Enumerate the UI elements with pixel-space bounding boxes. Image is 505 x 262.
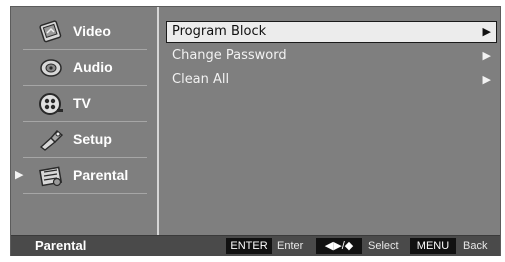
sidebar-divider	[23, 121, 147, 122]
sidebar-item-label: TV	[73, 95, 91, 111]
sidebar-item-label: Video	[73, 23, 111, 39]
sidebar-item-video[interactable]: Video	[11, 15, 157, 49]
sidebar-divider	[23, 157, 147, 158]
select-hint: Select	[368, 240, 399, 252]
menu-key-badge: MENU	[410, 238, 456, 254]
navigate-key-badge: ◀▶/◆	[316, 238, 362, 254]
sidebar-item-label: Setup	[73, 131, 112, 147]
sidebar-item-tv[interactable]: TV	[11, 87, 157, 121]
back-hint: Back	[463, 240, 488, 252]
sidebar-item-parental[interactable]: ▶ Parental	[11, 159, 157, 193]
setup-icon	[37, 127, 65, 153]
parental-submenu: Program Block ▶ Change Password ▶ Clean …	[159, 7, 500, 235]
arrow-right-icon: ▶	[482, 73, 491, 86]
sidebar-divider	[23, 193, 147, 194]
active-marker-icon: ▶	[15, 168, 24, 181]
audio-icon	[37, 55, 65, 81]
sidebar-item-label: Audio	[73, 59, 113, 75]
menu-item-label: Clean All	[172, 72, 230, 87]
arrow-right-icon: ▶	[482, 25, 491, 38]
menu-item-program-block[interactable]: Program Block ▶	[166, 21, 497, 43]
parental-icon	[37, 163, 65, 189]
sidebar-item-label: Parental	[73, 167, 129, 183]
menu-item-label: Program Block	[172, 24, 267, 39]
sidebar-divider	[23, 85, 147, 86]
osd-menu: Video Audio TV Setup ▶ Parental Program …	[10, 6, 501, 256]
enter-key-badge: ENTER	[226, 238, 272, 254]
sidebar-divider	[23, 49, 147, 50]
menu-item-change-password[interactable]: Change Password ▶	[166, 45, 497, 67]
tv-icon	[37, 91, 65, 117]
sidebar-item-setup[interactable]: Setup	[11, 123, 157, 157]
sidebar-item-audio[interactable]: Audio	[11, 51, 157, 85]
menu-item-label: Change Password	[172, 48, 287, 63]
arrow-right-icon: ▶	[482, 49, 491, 62]
section-title: Parental	[35, 238, 87, 253]
bottom-help-bar: Parental ENTER Enter ◀▶/◆ Select MENU Ba…	[11, 235, 500, 256]
menu-item-clean-all[interactable]: Clean All ▶	[166, 69, 497, 91]
sidebar: Video Audio TV Setup ▶ Parental	[11, 7, 157, 235]
video-icon	[37, 19, 65, 45]
enter-hint: Enter	[277, 240, 304, 252]
